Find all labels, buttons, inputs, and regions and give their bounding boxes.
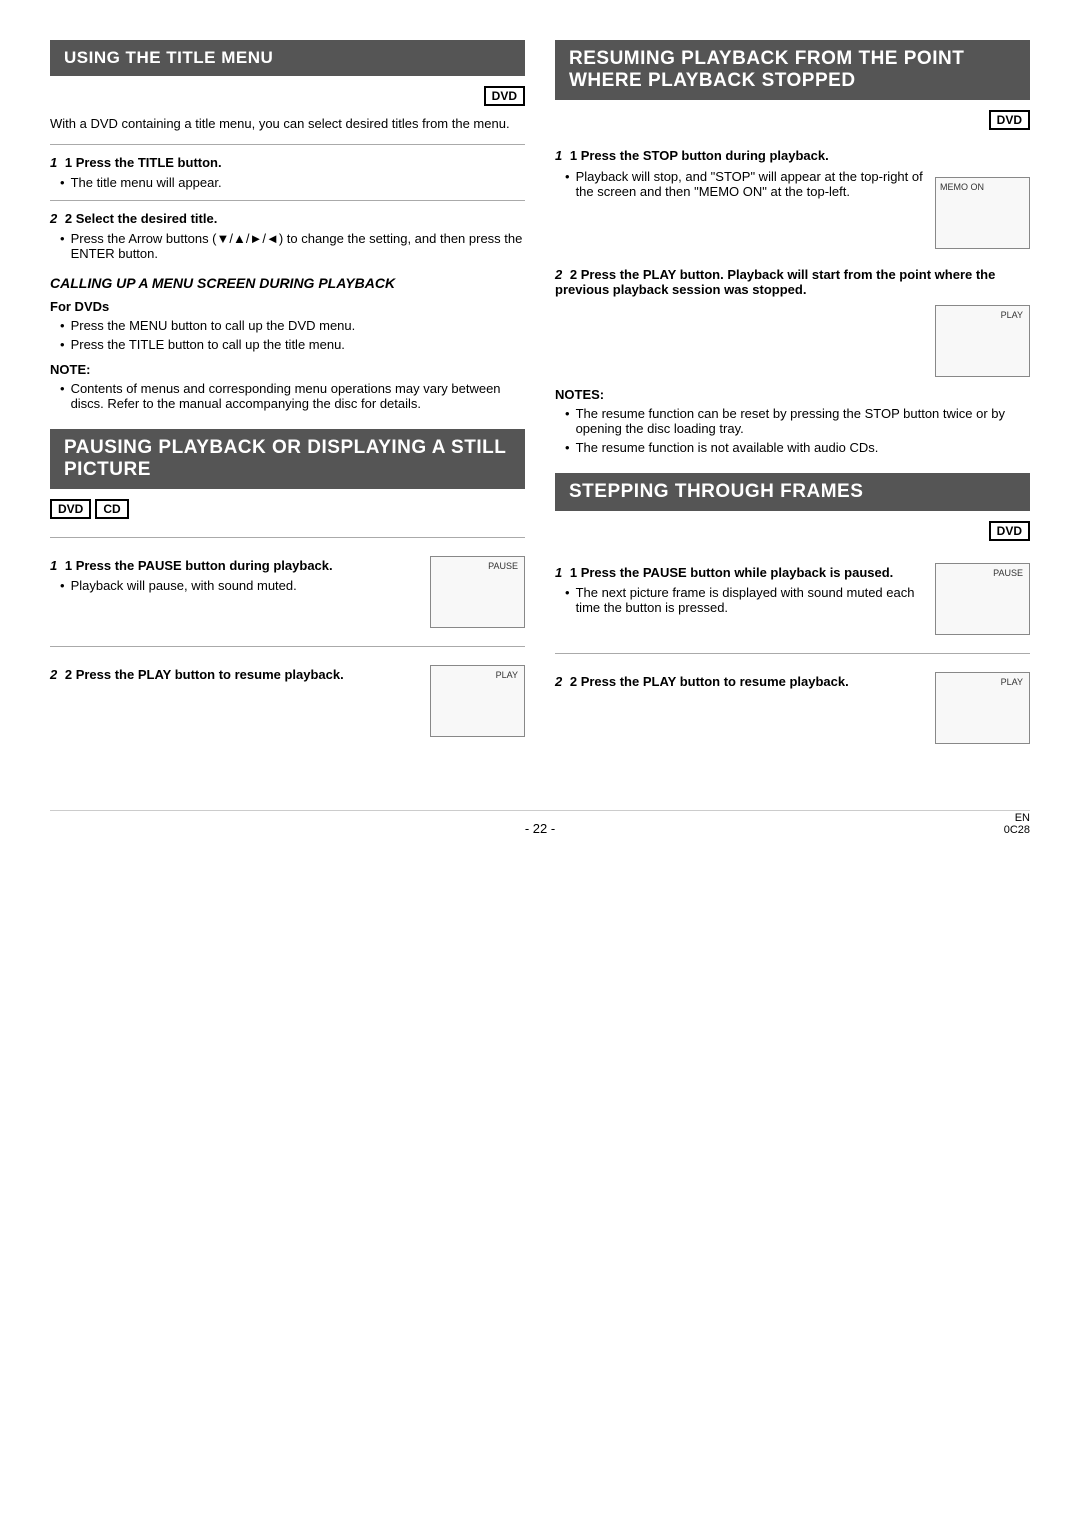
pause-step2-heading: 2 2 Press the PLAY button to resume play… [50,667,420,682]
pause-screen-label1: PAUSE [488,561,518,571]
resume-step2: 2 2 Press the PLAY button. Playback will… [555,267,1030,377]
pause-screen-mockup2: PLAY [430,665,525,737]
resume-screen-mockup1: MEMO ON [935,177,1030,249]
stepping-step2: 2 2 Press the PLAY button to resume play… [555,664,1030,752]
using-title-menu-title: USING THE TITLE MENU [50,40,525,76]
stepping-screen-mockup1: PAUSE [935,563,1030,635]
title-menu-step2-bullet: Press the Arrow buttons (▼/▲/►/◄) to cha… [60,231,525,261]
pause-step1-heading: 1 1 Press the PAUSE button during playba… [50,558,420,573]
stepping-step1-bullet: The next picture frame is displayed with… [565,585,925,615]
stepping-step2-heading: 2 2 Press the PLAY button to resume play… [555,674,925,689]
stepping-step1-heading: 1 1 Press the PAUSE button while playbac… [555,565,925,580]
stepping-screen-label2: PLAY [1001,677,1023,687]
pausing-playback-section: PAUSING PLAYBACK OR DISPLAYING A STILL P… [50,429,525,745]
pause-screen-label2: PLAY [496,670,518,680]
resuming-playback-section: RESUMING PLAYBACK FROM THE POINT WHERE P… [555,40,1030,455]
title-menu-step1-bullet: The title menu will appear. [60,175,525,190]
pause-screen-mockup1: PAUSE [430,556,525,628]
resume-note1: The resume function can be reset by pres… [565,406,1030,436]
using-title-menu-section: USING THE TITLE MENU DVD With a DVD cont… [50,40,525,411]
calling-menu-title: CALLING UP A MENU SCREEN DURING PLAYBACK [50,275,525,291]
page-number: - 22 - [525,821,555,836]
pause-step2: 2 2 Press the PLAY button to resume play… [50,657,525,745]
cd-badge-pause: CD [95,499,128,519]
stepping-frames-section: STEPPING THROUGH FRAMES DVD 1 1 Press th… [555,473,1030,752]
stepping-screen-label1: PAUSE [993,568,1023,578]
resume-notes-label: NOTES: [555,387,1030,402]
resume-note2: The resume function is not available wit… [565,440,1030,455]
resume-step1: 1 1 Press the STOP button during playbac… [555,148,1030,257]
note-label: NOTE: [50,362,525,377]
calling-menu-subsection: CALLING UP A MENU SCREEN DURING PLAYBACK… [50,275,525,411]
calling-menu-bullet2: Press the TITLE button to call up the ti… [60,337,525,352]
page-footer: - 22 - EN 0C28 [50,810,1030,836]
dvd-badge-stepping: DVD [989,521,1030,541]
stepping-screen-mockup2: PLAY [935,672,1030,744]
title-menu-step2-heading: 2 2 Select the desired title. [50,211,525,226]
calling-menu-bullet1: Press the MENU button to call up the DVD… [60,318,525,333]
title-menu-step2: 2 2 Select the desired title. Press the … [50,211,525,261]
resume-screen-label2: PLAY [1001,310,1023,320]
stepping-frames-title: STEPPING THROUGH FRAMES [555,473,1030,511]
dvd-badge-resume: DVD [989,110,1030,130]
note-bullet: Contents of menus and corresponding menu… [60,381,525,411]
title-menu-step1-heading: 1 1 Press the TITLE button. [50,155,525,170]
pause-step1-bullet: Playback will pause, with sound muted. [60,578,420,593]
pausing-playback-title: PAUSING PLAYBACK OR DISPLAYING A STILL P… [50,429,525,489]
pause-step1: 1 1 Press the PAUSE button during playba… [50,548,525,636]
stepping-step1: 1 1 Press the PAUSE button while playbac… [555,555,1030,643]
title-menu-step1: 1 1 Press the TITLE button. The title me… [50,155,525,190]
title-menu-intro: With a DVD containing a title menu, you … [50,114,525,134]
resume-step1-bullet: Playback will stop, and "STOP" will appe… [565,169,925,199]
dvd-badge-title-menu: DVD [484,86,525,106]
resuming-playback-title: RESUMING PLAYBACK FROM THE POINT WHERE P… [555,40,1030,100]
dvd-badge-pause: DVD [50,499,91,519]
page-code: EN 0C28 [1004,812,1030,836]
for-dvds-label: For DVDs [50,299,525,314]
resume-step1-heading: 1 1 Press the STOP button during playbac… [555,148,1030,163]
resume-screen-label1: MEMO ON [940,182,984,192]
resume-step2-heading: 2 2 Press the PLAY button. Playback will… [555,267,1030,297]
resume-screen-mockup2: PLAY [935,305,1030,377]
